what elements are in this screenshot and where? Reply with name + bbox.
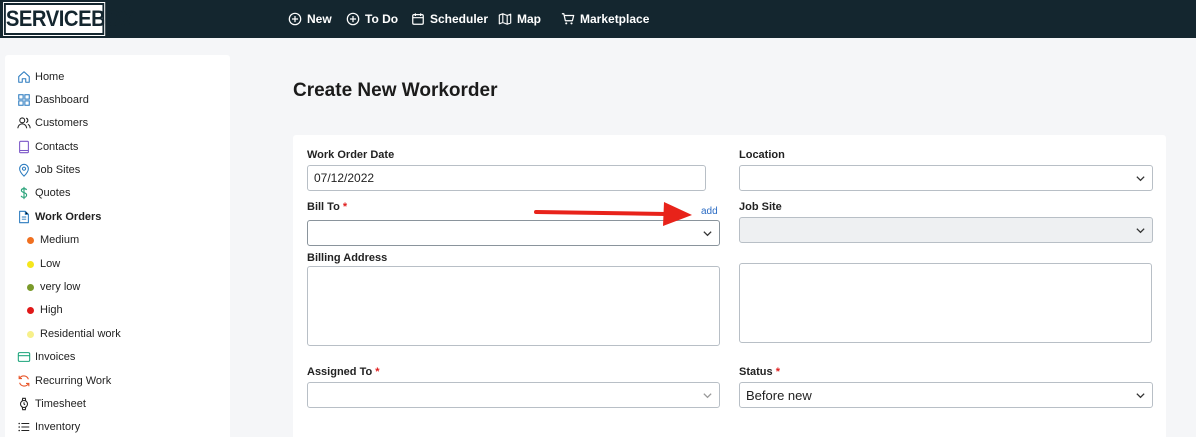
sidebar-item-label: Inventory — [35, 421, 81, 433]
sidebar-item-home[interactable]: Home — [17, 68, 64, 86]
plus-circle-icon — [346, 12, 360, 26]
sidebar-item-label: Timesheet — [35, 398, 86, 410]
calendar-icon — [412, 13, 424, 25]
priority-dot — [27, 330, 34, 338]
work-order-date-input[interactable]: 07/12/2022 — [307, 165, 706, 191]
priority-dot — [27, 306, 34, 314]
bill-to-label-text: Bill To — [307, 201, 340, 213]
billing-address-textarea[interactable] — [307, 266, 720, 346]
sidebar-subitem-low[interactable]: Low — [27, 255, 60, 273]
chevron-down-icon — [703, 231, 712, 237]
status-label-text: Status — [739, 366, 773, 378]
add-bill-to-link[interactable]: add — [701, 206, 718, 217]
dollar-icon — [20, 186, 28, 200]
status-select[interactable]: Before new — [739, 382, 1153, 408]
sidebar-item-label: Recurring Work — [35, 375, 112, 387]
sidebar-item-job-sites[interactable]: Job Sites — [17, 161, 80, 179]
billing-address-label: Billing Address — [307, 252, 388, 264]
sidebar-item-work-orders[interactable]: Work Orders — [17, 208, 101, 226]
location-select[interactable] — [739, 165, 1153, 191]
sidebar-item-customers[interactable]: Customers — [17, 114, 88, 132]
home-icon — [18, 71, 30, 83]
sidebar-subitem-medium[interactable]: Medium — [27, 231, 79, 249]
required-marker: * — [375, 366, 380, 378]
chevron-down-icon — [703, 393, 712, 399]
sidebar-subitem-label: very low — [40, 281, 81, 293]
sidebar-item-dashboard[interactable]: Dashboard — [17, 91, 89, 109]
nav-todo-label: To Do — [365, 12, 399, 26]
annotation-arrow — [534, 202, 692, 226]
sidebar-item-quotes[interactable]: Quotes — [17, 184, 70, 202]
sidebar-item-label: Invoices — [35, 351, 76, 363]
nav-scheduler-label: Scheduler — [430, 12, 489, 26]
assigned-to-label-text: Assigned To — [307, 366, 373, 378]
map-icon — [498, 13, 512, 25]
recurring-icon — [18, 375, 30, 387]
chevron-down-icon — [1136, 176, 1145, 182]
sidebar-subitem-high[interactable]: High — [27, 301, 63, 319]
sidebar-item-label: Dashboard — [35, 94, 89, 106]
page-title: Create New Workorder — [293, 80, 498, 101]
sidebar-item-timesheet[interactable]: Timesheet — [17, 395, 86, 413]
nav-marketplace-label: Marketplace — [580, 12, 650, 26]
priority-dot — [27, 260, 34, 268]
pin-icon — [19, 163, 29, 177]
location-label: Location — [739, 149, 785, 161]
nav-map-label: Map — [517, 12, 541, 26]
sidebar-item-label: Work Orders — [35, 211, 102, 223]
bill-to-label: Bill To * — [307, 201, 347, 213]
nav-new-button[interactable]: New — [288, 0, 332, 38]
plus-circle-icon — [288, 12, 302, 26]
job-site-label: Job Site — [739, 201, 782, 213]
assigned-to-label: Assigned To * — [307, 366, 380, 378]
job-site-select[interactable] — [739, 217, 1153, 243]
sidebar-item-label: Customers — [35, 117, 89, 129]
card-icon — [17, 352, 31, 362]
sidebar-subitem-label: Low — [40, 258, 61, 270]
nav-new-label: New — [307, 12, 332, 26]
sidebar-subitem-label: Residential work — [40, 328, 121, 340]
app-logo[interactable]: SERVICEBOX — [3, 2, 134, 36]
sidebar-item-invoices[interactable]: Invoices — [17, 348, 75, 366]
cart-icon — [561, 13, 575, 25]
sidebar-item-label: Job Sites — [35, 164, 81, 176]
chevron-down-icon — [1136, 228, 1145, 234]
status-value: Before new — [746, 387, 812, 403]
sidebar-item-label: Contacts — [35, 141, 79, 153]
users-icon — [17, 117, 31, 129]
watch-icon — [19, 397, 29, 411]
chevron-down-icon — [1136, 393, 1145, 399]
assigned-to-select[interactable] — [307, 382, 720, 408]
dashboard-icon — [18, 94, 30, 106]
list-icon — [18, 422, 30, 432]
status-label: Status * — [739, 366, 780, 378]
sidebar-subitem-label: Medium — [40, 234, 80, 246]
nav-scheduler-button[interactable]: Scheduler — [411, 0, 488, 38]
priority-dot — [27, 283, 34, 291]
job-site-address-textarea[interactable] — [739, 263, 1152, 343]
sidebar-item-inventory[interactable]: Inventory — [17, 418, 80, 436]
priority-dot — [27, 236, 34, 244]
sidebar: Home Dashboard Customers Contacts Job Si… — [5, 55, 230, 437]
sidebar-item-label: Quotes — [35, 187, 71, 199]
nav-map-button[interactable]: Map — [498, 0, 541, 38]
nav-marketplace-button[interactable]: Marketplace — [561, 0, 649, 38]
required-marker: * — [775, 366, 780, 378]
top-navbar: SERVICEBOX New To Do Scheduler Map Marke… — [0, 0, 1196, 38]
required-marker: * — [342, 201, 348, 213]
sidebar-item-label: Home — [35, 71, 65, 83]
nav-todo-button[interactable]: To Do — [346, 0, 398, 38]
sidebar-item-contacts[interactable]: Contacts — [17, 138, 78, 156]
work-order-date-label: Work Order Date — [307, 149, 395, 161]
sidebar-subitem-label: High — [40, 304, 63, 316]
book-icon — [19, 140, 29, 154]
sidebar-subitem-very-low[interactable]: very low — [27, 278, 80, 296]
sidebar-item-recurring-work[interactable]: Recurring Work — [17, 372, 111, 390]
sidebar-subitem-residential-work[interactable]: Residential work — [27, 325, 121, 343]
work-order-date-value: 07/12/2022 — [314, 171, 375, 185]
document-icon — [19, 210, 29, 224]
